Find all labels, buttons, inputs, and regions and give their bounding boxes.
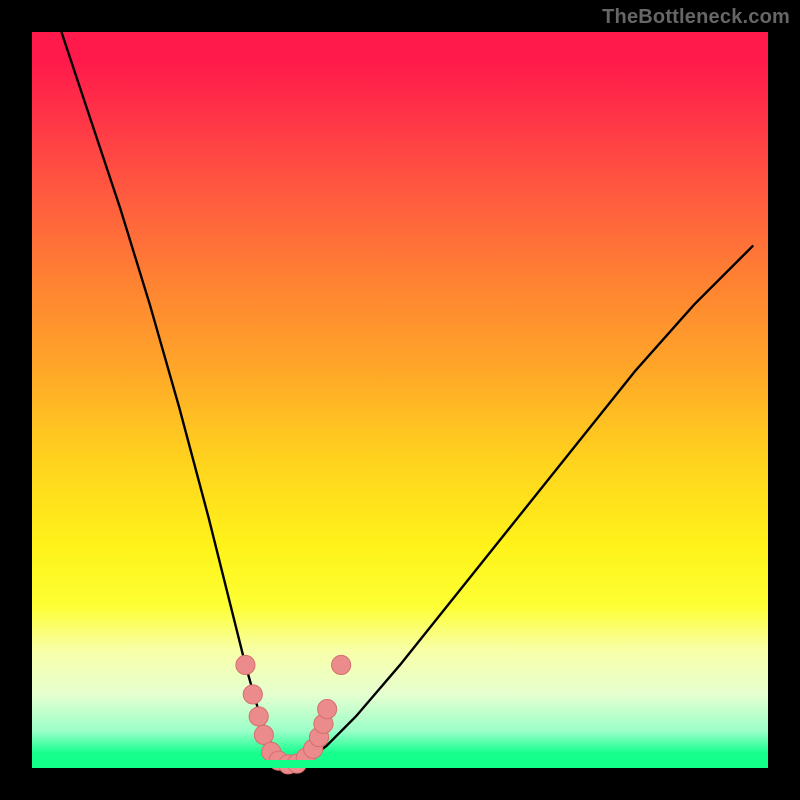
curve-marker: [236, 655, 255, 674]
curve-marker: [249, 707, 268, 726]
watermark-text: TheBottleneck.com: [602, 6, 790, 29]
bottleneck-curve: [61, 32, 753, 764]
baseline-strip: [32, 760, 768, 768]
plot-area: [32, 32, 768, 768]
curve-marker: [243, 685, 262, 704]
curve-markers: [236, 655, 351, 774]
curve-marker: [318, 700, 337, 719]
curve-marker: [332, 655, 351, 674]
curve-marker: [254, 725, 273, 744]
chart-frame: TheBottleneck.com: [0, 0, 800, 800]
chart-svg: [32, 32, 768, 768]
